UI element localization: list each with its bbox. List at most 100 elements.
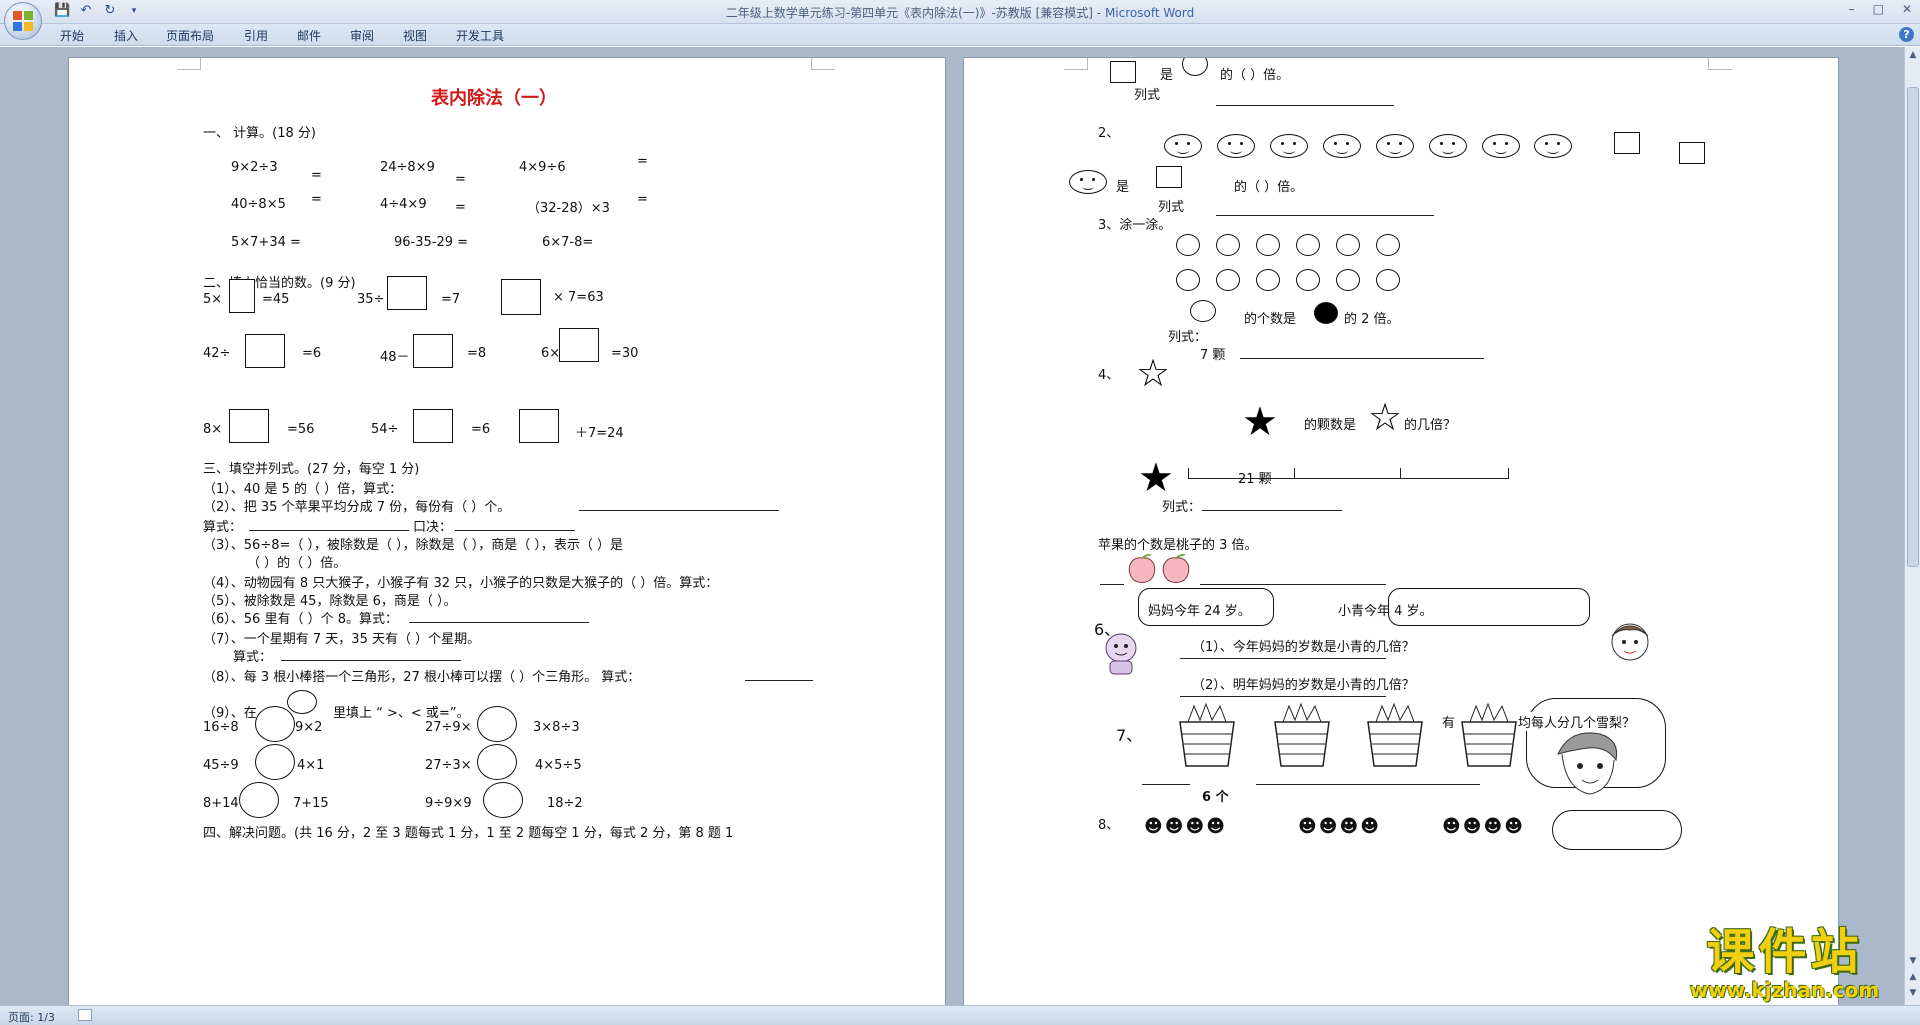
circle-shape[interactable] bbox=[1376, 234, 1400, 256]
tab-page-layout[interactable]: 页面布局 bbox=[166, 27, 214, 44]
circle-shape bbox=[1182, 58, 1208, 76]
children-group-icon: ☻☻☻☻ bbox=[1298, 816, 1382, 837]
answer-line bbox=[745, 680, 813, 681]
minimize-icon[interactable]: – bbox=[1849, 2, 1855, 16]
question-text: 的（ ）倍。 bbox=[1220, 68, 1290, 83]
compare-expr: 18÷2 bbox=[547, 796, 583, 811]
bubble-text: 小青今年 4 岁。 bbox=[1338, 604, 1433, 619]
question-text: 6 个 bbox=[1202, 790, 1229, 805]
smiley-icon bbox=[1069, 170, 1107, 194]
compare-expr: 16÷8 bbox=[203, 720, 239, 735]
circle-shape[interactable] bbox=[1296, 234, 1320, 256]
question-text: 列式 bbox=[1134, 88, 1161, 103]
compare-circle[interactable] bbox=[477, 706, 517, 742]
ribbon-tabs: 开始 插入 页面布局 引用 邮件 审阅 视图 开发工具 ? bbox=[0, 24, 1920, 46]
compare-expr: 8+14 bbox=[203, 796, 239, 811]
question-line: （9）、在 bbox=[203, 706, 257, 721]
expression: 4×9÷6 bbox=[519, 160, 566, 175]
vertical-scrollbar[interactable]: ▲ ▼ ▲ ▼ bbox=[1904, 47, 1920, 1005]
circle-shape[interactable] bbox=[1376, 269, 1400, 291]
question-number: 2、 bbox=[1098, 126, 1120, 141]
answer-box[interactable] bbox=[245, 334, 285, 368]
boy-cartoon-icon bbox=[1557, 732, 1618, 795]
equals: = bbox=[311, 192, 322, 207]
answer-box[interactable] bbox=[519, 409, 559, 443]
question-text: 的个数是 bbox=[1244, 312, 1297, 327]
question-text: 苹果的个数是桃子的 3 倍。 bbox=[1098, 538, 1258, 553]
answer-box[interactable] bbox=[413, 409, 453, 443]
compare-expr: 9×2 bbox=[295, 720, 323, 735]
answer-box[interactable] bbox=[413, 334, 453, 368]
tab-references[interactable]: 引用 bbox=[244, 27, 268, 44]
pear-basket-icon bbox=[1274, 702, 1330, 767]
filled-star-icon: ★ bbox=[1242, 399, 1278, 445]
page-title: 表内除法（一） bbox=[431, 88, 557, 109]
tab-insert[interactable]: 插入 bbox=[114, 27, 138, 44]
segment-tick bbox=[1508, 468, 1509, 479]
expression: =56 bbox=[287, 422, 315, 437]
compare-circle[interactable] bbox=[287, 690, 317, 714]
compare-circle[interactable] bbox=[255, 706, 295, 742]
tab-review[interactable]: 审阅 bbox=[350, 27, 374, 44]
circle-shape[interactable] bbox=[1336, 234, 1360, 256]
question-line: （1）、40 是 5 的（ ）倍，算式： bbox=[203, 482, 403, 497]
proofing-icon[interactable] bbox=[78, 1009, 92, 1021]
tab-developer[interactable]: 开发工具 bbox=[456, 27, 504, 44]
next-page-icon[interactable]: ▼ bbox=[1907, 987, 1919, 999]
circle-shape[interactable] bbox=[1216, 269, 1240, 291]
circle-shape[interactable] bbox=[1256, 234, 1280, 256]
tab-view[interactable]: 视图 bbox=[403, 27, 427, 44]
expression: × 7=63 bbox=[553, 290, 604, 305]
circle-shape[interactable] bbox=[1296, 269, 1320, 291]
question-number: 7、 bbox=[1116, 726, 1143, 745]
pear-basket-icon bbox=[1461, 702, 1517, 767]
document-page-2: 是 的（ ）倍。 列式 2、 是 的（ ）倍。 列式 3、涂一涂。 的个数是 的… bbox=[963, 57, 1839, 1005]
expression: =7 bbox=[441, 292, 461, 307]
question-text: 有 bbox=[1442, 716, 1456, 731]
circle-shape[interactable] bbox=[1336, 269, 1360, 291]
expression: 96-35-29 = bbox=[394, 235, 469, 250]
smiley-icon bbox=[1164, 134, 1202, 158]
scroll-up-icon[interactable]: ▲ bbox=[1907, 49, 1919, 61]
compare-circle[interactable] bbox=[483, 782, 523, 818]
circle-shape[interactable] bbox=[1256, 269, 1280, 291]
equals: = bbox=[637, 192, 648, 207]
question-line: （5）、被除数是 45，除数是 6，商是（ ）。 bbox=[203, 594, 457, 609]
bubble-text: 妈妈今年 24 岁。 bbox=[1148, 604, 1251, 619]
scroll-down-icon[interactable]: ▼ bbox=[1907, 955, 1919, 967]
help-icon[interactable]: ? bbox=[1899, 27, 1914, 42]
question-text: （1）、今年妈妈的岁数是小青的几倍？ bbox=[1192, 640, 1415, 655]
site-watermark-logo: 课件站 www.kjzhan.com bbox=[1672, 925, 1897, 1003]
answer-box[interactable] bbox=[229, 409, 269, 443]
square-shape bbox=[1614, 132, 1640, 154]
tab-home[interactable]: 开始 bbox=[60, 27, 84, 44]
circle-shape[interactable] bbox=[1176, 234, 1200, 256]
tab-mailings[interactable]: 邮件 bbox=[297, 27, 321, 44]
answer-box[interactable] bbox=[229, 279, 255, 313]
compare-circle[interactable] bbox=[477, 744, 517, 780]
compare-expr: 3×8÷3 bbox=[533, 720, 580, 735]
page-indicator[interactable]: 页面: 1/3 bbox=[8, 1009, 55, 1025]
circle-shape[interactable] bbox=[1176, 269, 1200, 291]
answer-box[interactable] bbox=[387, 276, 427, 310]
section-heading: 三、填空并列式。(27 分，每空 1 分) bbox=[203, 462, 420, 477]
circle-shape[interactable] bbox=[1216, 234, 1240, 256]
answer-box[interactable] bbox=[559, 328, 599, 362]
office-button[interactable] bbox=[4, 2, 42, 40]
close-icon[interactable]: ✕ bbox=[1902, 2, 1912, 16]
scrollbar-thumb[interactable] bbox=[1907, 87, 1919, 567]
answer-box[interactable] bbox=[501, 279, 541, 315]
window-title: 二年级上数学单元练习-第四单元《表内除法(一)》-苏教版 [兼容模式] - Mi… bbox=[725, 6, 1195, 20]
document-page-1: 表内除法（一） 一、 计算。(18 分) 9×2÷3 = 24÷8×9 = 4×… bbox=[68, 57, 946, 1005]
compare-circle[interactable] bbox=[239, 782, 279, 818]
square-shape bbox=[1156, 166, 1182, 188]
question-line: 口决： bbox=[413, 520, 453, 535]
maximize-icon[interactable]: □ bbox=[1873, 2, 1884, 16]
expression: 5×7+34 = bbox=[231, 235, 301, 250]
question-number: 8、 bbox=[1098, 818, 1120, 833]
expression: （32-28）×3 bbox=[527, 201, 610, 216]
question-number: 3、涂一涂。 bbox=[1098, 218, 1172, 233]
compare-circle[interactable] bbox=[255, 744, 295, 780]
prev-page-icon[interactable]: ▲ bbox=[1907, 971, 1919, 983]
equals: = bbox=[311, 168, 322, 183]
